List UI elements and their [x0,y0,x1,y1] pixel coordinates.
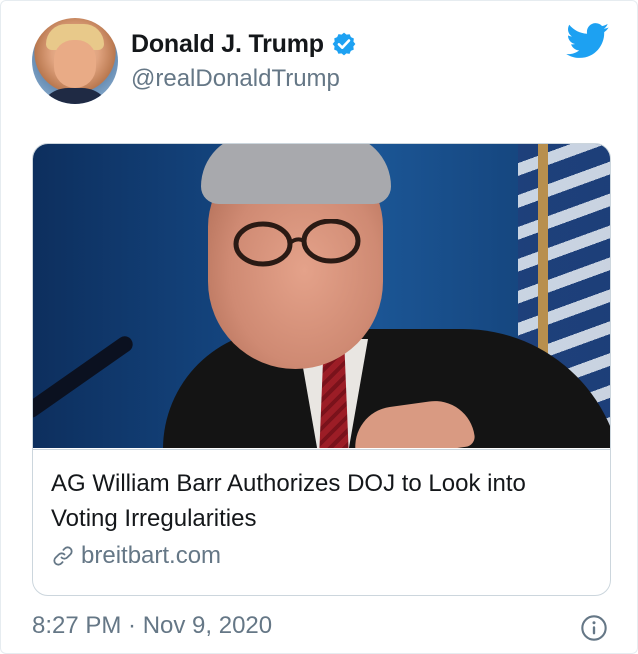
twitter-bird-icon[interactable] [566,23,610,59]
info-icon[interactable] [580,614,608,642]
card-image[interactable] [33,144,610,448]
avatar-face [54,40,96,88]
eyeglasses [233,219,361,267]
microphone [33,333,136,421]
avatar-suit [38,88,112,104]
card-title[interactable]: AG William Barr Authorizes DOJ to Look i… [51,466,591,536]
card-body[interactable]: AG William Barr Authorizes DOJ to Look i… [33,449,610,569]
verified-badge-icon [332,32,356,56]
author-name[interactable]: Donald J. Trump [131,30,324,59]
link-icon [53,546,73,566]
link-card[interactable]: AG William Barr Authorizes DOJ to Look i… [32,143,611,596]
author-name-row[interactable]: Donald J. Trump [131,28,357,60]
card-domain-row[interactable]: breitbart.com [51,542,221,570]
tweet-embed: Donald J. Trump @realDonaldTrump AG Will… [0,0,638,654]
avatar[interactable] [32,18,118,104]
author-handle[interactable]: @realDonaldTrump [131,65,340,93]
speaker-hair [201,144,391,204]
card-domain: breitbart.com [81,542,222,569]
tweet-timestamp[interactable]: 8:27 PM · Nov 9, 2020 [32,612,272,640]
